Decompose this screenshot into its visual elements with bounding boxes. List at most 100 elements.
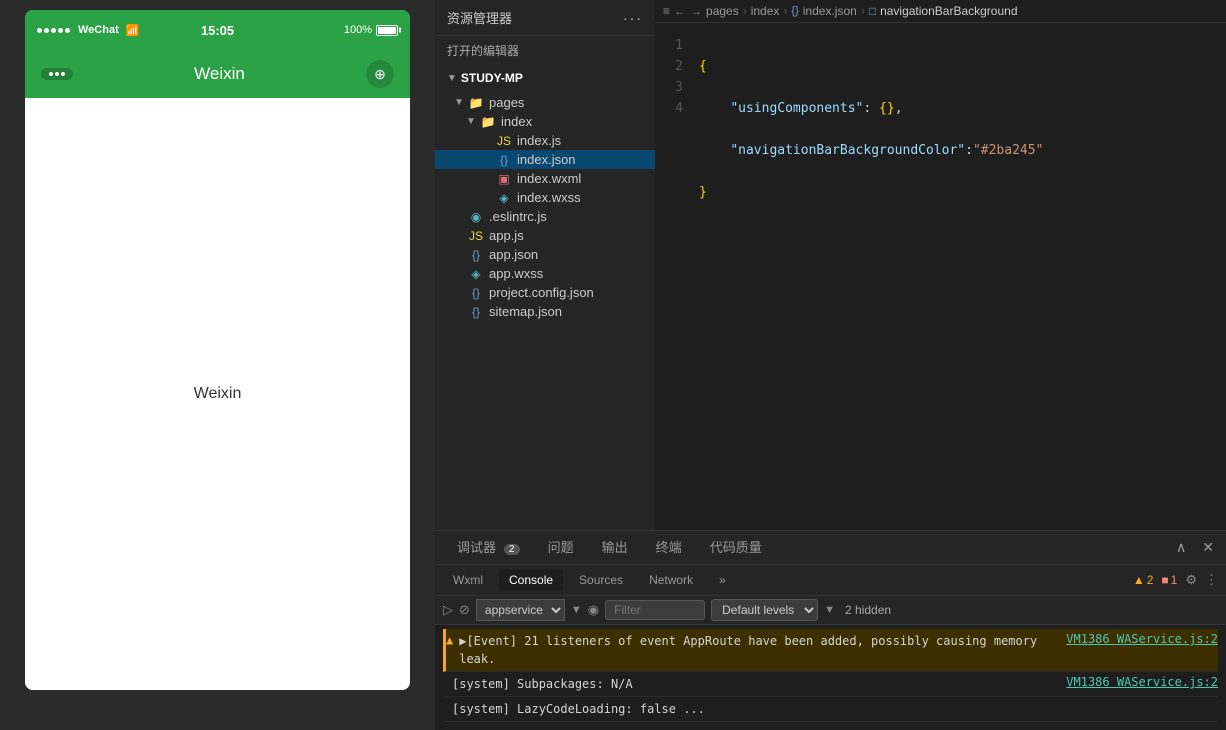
phone-nav-title: Weixin bbox=[73, 64, 366, 84]
signal-dot-1 bbox=[37, 28, 42, 33]
wifi-icon: 📶 bbox=[126, 24, 140, 37]
devtools-tab-sources[interactable]: Sources bbox=[569, 569, 633, 591]
breadcrumb-back-icon[interactable]: ← bbox=[674, 4, 686, 18]
breadcrumb-index-json[interactable]: index.json bbox=[803, 4, 857, 18]
breadcrumb-toolbar-icon: ≡ bbox=[663, 4, 670, 18]
line-num-2: 2 bbox=[655, 56, 683, 77]
breadcrumb-forward-icon[interactable]: → bbox=[690, 4, 702, 18]
console-link-2[interactable]: VM1386 WAService.js:2 bbox=[1066, 675, 1218, 689]
nav-dot-2 bbox=[55, 72, 59, 76]
colon-2: : bbox=[965, 140, 973, 161]
more-options-icon[interactable]: ⋮ bbox=[1205, 572, 1218, 588]
console-line-1: ▲ ▶[Event] 21 listeners of event AppRout… bbox=[443, 629, 1218, 672]
filter-input[interactable] bbox=[605, 600, 705, 620]
tree-item-sitemap[interactable]: {} sitemap.json bbox=[435, 302, 655, 321]
file-explorer: 资源管理器 ··· 打开的编辑器 ▼ STUDY-MP ▼ 📁 pages ▼ … bbox=[435, 0, 655, 530]
devtools-tab-console[interactable]: Console bbox=[499, 569, 563, 591]
signal-dot-4 bbox=[58, 28, 63, 33]
devtools-right-icons: ▲ 2 ■ 1 ⚙ ⋮ bbox=[1133, 572, 1218, 588]
levels-select[interactable]: Default levels bbox=[711, 599, 818, 621]
tab-terminal[interactable]: 终端 bbox=[642, 531, 696, 564]
devtools-tab-wxml[interactable]: Wxml bbox=[443, 569, 493, 591]
console-link-1[interactable]: VM1386 WAService.js:2 bbox=[1066, 632, 1218, 646]
colon-1: : bbox=[863, 98, 879, 119]
bottom-tabs-bar: 调试器 2 问题 输出 终端 代码质量 ∧ ✕ bbox=[435, 531, 1226, 565]
wxss-icon-index: ◈ bbox=[495, 191, 513, 205]
project-name: STUDY-MP bbox=[461, 71, 523, 85]
tab-problems[interactable]: 问题 bbox=[534, 531, 588, 564]
tree-item-app-js[interactable]: JS app.js bbox=[435, 226, 655, 245]
console-clear-icon[interactable]: ⊘ bbox=[459, 602, 470, 618]
nav-dots-button[interactable] bbox=[41, 68, 73, 80]
panel-close-icon[interactable]: ✕ bbox=[1198, 537, 1218, 558]
breadcrumb-sep-1: › bbox=[743, 4, 747, 18]
tab-terminal-label: 终端 bbox=[656, 540, 682, 555]
tree-item-app-json[interactable]: {} app.json bbox=[435, 245, 655, 264]
tab-debugger[interactable]: 调试器 2 bbox=[443, 531, 534, 564]
tree-item-pages[interactable]: ▼ 📁 pages bbox=[435, 93, 655, 112]
console-execute-icon[interactable]: ▷ bbox=[443, 602, 453, 618]
code-content[interactable]: { "usingComponents": {}, "navigationBarB… bbox=[691, 23, 1226, 530]
phone-simulator: WeChat 📶 15:05 100% Weixin ⊕ bbox=[0, 0, 435, 730]
key-navBgColor: "navigationBarBackgroundColor" bbox=[730, 140, 965, 161]
tree-item-app-wxss[interactable]: ◈ app.wxss bbox=[435, 264, 655, 283]
explorer-menu-icon[interactable]: ··· bbox=[623, 10, 643, 26]
tree-item-eslintrc[interactable]: ◉ .eslintrc.js bbox=[435, 207, 655, 226]
bottom-tabs-left: 调试器 2 问题 输出 终端 代码质量 bbox=[443, 531, 776, 564]
brace-close: } bbox=[699, 182, 707, 203]
warning-count: ▲ 2 bbox=[1133, 573, 1154, 587]
status-time: 15:05 bbox=[201, 23, 234, 38]
settings-icon[interactable]: ⚙ bbox=[1185, 572, 1197, 588]
line-numbers: 1 2 3 4 bbox=[655, 23, 691, 530]
tree-arrow-pages: ▼ bbox=[451, 97, 467, 108]
devtools-tab-network[interactable]: Network bbox=[639, 569, 703, 591]
tab-output-label: 输出 bbox=[602, 540, 628, 555]
tree-item-index-js[interactable]: JS index.js bbox=[435, 131, 655, 150]
open-editors-section[interactable]: 打开的编辑器 bbox=[435, 36, 655, 65]
tree-label-index-wxml: index.wxml bbox=[517, 171, 581, 186]
code-editor: ≡ ← → pages › index › {} index.json › □ … bbox=[655, 0, 1226, 530]
tab-quality[interactable]: 代码质量 bbox=[696, 531, 776, 564]
levels-dropdown: ▼ bbox=[824, 604, 835, 616]
devtools-tab-more[interactable]: » bbox=[709, 569, 736, 591]
dropdown-arrow: ▼ bbox=[571, 604, 582, 616]
breadcrumb-pages[interactable]: pages bbox=[706, 4, 739, 18]
warning-num: 2 bbox=[1147, 573, 1154, 587]
tree-item-index-json[interactable]: {} index.json bbox=[435, 150, 655, 169]
bottom-tabs-right: ∧ ✕ bbox=[1172, 537, 1218, 558]
tree-item-project-config[interactable]: {} project.config.json bbox=[435, 283, 655, 302]
appservice-select[interactable]: appservice bbox=[476, 599, 565, 621]
tree-label-eslintrc: .eslintrc.js bbox=[489, 209, 547, 224]
panel-expand-icon[interactable]: ∧ bbox=[1172, 537, 1190, 558]
brace-obj: {} bbox=[879, 98, 895, 119]
ide-main: 资源管理器 ··· 打开的编辑器 ▼ STUDY-MP ▼ 📁 pages ▼ … bbox=[435, 0, 1226, 530]
breadcrumb-nav-bg[interactable]: navigationBarBackground bbox=[880, 4, 1017, 18]
value-navBgColor: "#2ba245" bbox=[973, 140, 1043, 161]
tree-label-pages: pages bbox=[489, 95, 524, 110]
circle-icon: ⊕ bbox=[374, 66, 386, 83]
project-name-section[interactable]: ▼ STUDY-MP bbox=[435, 65, 655, 91]
warning-icon-1: ▲ bbox=[446, 633, 453, 647]
devtools-tab-network-label: Network bbox=[649, 573, 693, 587]
tree-label-index-folder: index bbox=[501, 114, 532, 129]
file-tree: ▼ 📁 pages ▼ 📁 index JS index.js bbox=[435, 91, 655, 530]
devtools-tab-sources-label: Sources bbox=[579, 573, 623, 587]
nav-dot-1 bbox=[49, 72, 53, 76]
line-num-1: 1 bbox=[655, 35, 683, 56]
console-controls: ▷ ⊘ appservice ▼ ◉ Default levels ▼ 2 hi… bbox=[435, 596, 1226, 625]
error-num: 1 bbox=[1171, 573, 1178, 587]
tree-item-index-wxss[interactable]: ◈ index.wxss bbox=[435, 188, 655, 207]
tab-debugger-badge: 2 bbox=[504, 544, 520, 555]
breadcrumb-index[interactable]: index bbox=[751, 4, 780, 18]
tree-item-index-wxml[interactable]: ▣ index.wxml bbox=[435, 169, 655, 188]
tree-item-index-folder[interactable]: ▼ 📁 index bbox=[435, 112, 655, 131]
tree-arrow-index: ▼ bbox=[463, 116, 479, 127]
console-text-3: [system] LazyCodeLoading: false ... bbox=[452, 700, 1212, 718]
project-arrow: ▼ bbox=[447, 73, 457, 84]
tab-quality-label: 代码质量 bbox=[710, 540, 762, 555]
folder-icon-pages: 📁 bbox=[467, 96, 485, 110]
error-count: ■ 1 bbox=[1161, 573, 1177, 587]
tab-output[interactable]: 输出 bbox=[588, 531, 642, 564]
phone-nav-circle-button[interactable]: ⊕ bbox=[366, 60, 394, 88]
eye-icon[interactable]: ◉ bbox=[588, 602, 599, 618]
